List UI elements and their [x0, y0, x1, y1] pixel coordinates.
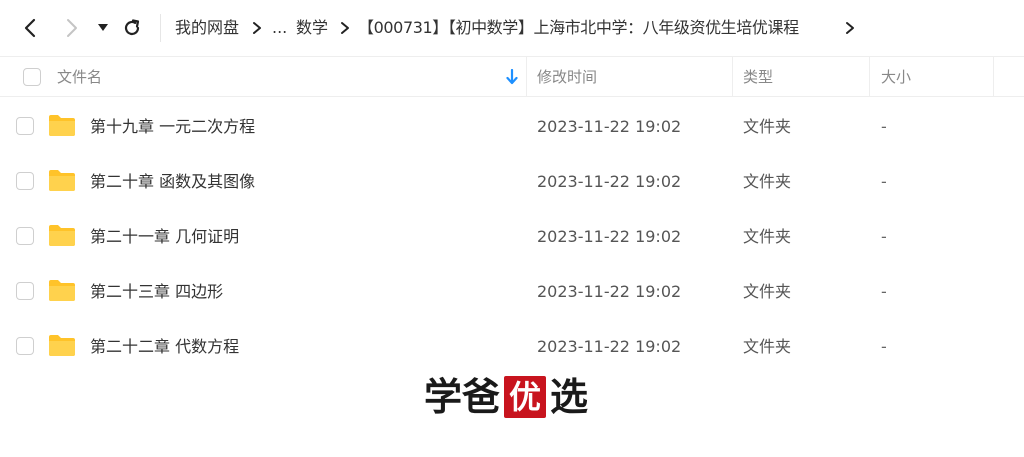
watermark-seal: 优	[504, 376, 547, 418]
nav-divider	[160, 14, 161, 42]
top-navigation-bar: 我的网盘 ... 数学 【000731】【初中数学】上海市北中学：八年级资优生培…	[0, 0, 1024, 57]
column-divider[interactable]	[869, 57, 870, 97]
file-size: -	[881, 282, 887, 301]
arrow-down-icon[interactable]	[505, 69, 519, 85]
watermark-char: 学	[424, 375, 463, 419]
column-header-type[interactable]: 类型	[743, 57, 773, 97]
folder-icon	[49, 280, 75, 301]
modified-time: 2023-11-22 19:02	[537, 172, 682, 191]
row-checkbox[interactable]	[16, 227, 34, 245]
file-name[interactable]: 第二十三章 四边形	[90, 264, 223, 319]
file-size: -	[881, 337, 887, 356]
file-type: 文件夹	[743, 227, 792, 246]
chevron-right-icon	[67, 19, 77, 37]
breadcrumb-current[interactable]: 【000731】【初中数学】上海市北中学：八年级资优生培优课程	[358, 17, 838, 39]
breadcrumb-root[interactable]: 我的网盘	[175, 17, 239, 39]
column-divider[interactable]	[526, 57, 527, 97]
row-checkbox[interactable]	[16, 172, 34, 190]
refresh-icon	[124, 19, 140, 36]
row-checkbox[interactable]	[16, 337, 34, 355]
back-button[interactable]	[16, 14, 44, 42]
refresh-button[interactable]	[118, 14, 146, 42]
watermark-char: 选	[550, 375, 589, 419]
file-type: 文件夹	[743, 172, 792, 191]
column-divider[interactable]	[732, 57, 733, 97]
watermark-logo: 学 爸 优 选	[424, 373, 588, 421]
folder-icon	[49, 115, 75, 136]
file-type: 文件夹	[743, 282, 792, 301]
table-row[interactable]: 第二十二章 代数方程 2023-11-22 19:02 文件夹 -	[0, 319, 1024, 374]
folder-icon	[49, 170, 75, 191]
chevron-left-icon	[24, 18, 36, 38]
file-name[interactable]: 第二十章 函数及其图像	[90, 154, 255, 209]
column-header-modified[interactable]: 修改时间	[537, 57, 597, 97]
column-header-name[interactable]: 文件名	[57, 57, 102, 97]
table-row[interactable]: 第二十一章 几何证明 2023-11-22 19:02 文件夹 -	[0, 209, 1024, 264]
breadcrumb-separator-icon	[250, 18, 264, 38]
table-row[interactable]: 第十九章 一元二次方程 2023-11-22 19:02 文件夹 -	[0, 99, 1024, 154]
table-row[interactable]: 第二十三章 四边形 2023-11-22 19:02 文件夹 -	[0, 264, 1024, 319]
row-checkbox[interactable]	[16, 282, 34, 300]
file-size: -	[881, 227, 887, 246]
file-size: -	[881, 117, 887, 136]
table-row[interactable]: 第二十章 函数及其图像 2023-11-22 19:02 文件夹 -	[0, 154, 1024, 209]
breadcrumb-ellipsis[interactable]: ...	[272, 17, 287, 39]
modified-time: 2023-11-22 19:02	[537, 117, 682, 136]
column-divider[interactable]	[993, 57, 994, 97]
file-type: 文件夹	[743, 117, 792, 136]
watermark-char: 爸	[462, 375, 501, 419]
modified-time: 2023-11-22 19:02	[537, 227, 682, 246]
file-name[interactable]: 第十九章 一元二次方程	[90, 99, 255, 154]
breadcrumb-parent[interactable]: 数学	[296, 17, 328, 39]
file-name[interactable]: 第二十二章 代数方程	[90, 319, 239, 374]
folder-icon	[49, 335, 75, 356]
history-dropdown-button[interactable]	[92, 14, 114, 42]
forward-button[interactable]	[58, 14, 86, 42]
row-checkbox[interactable]	[16, 117, 34, 135]
modified-time: 2023-11-22 19:02	[537, 282, 682, 301]
folder-icon	[49, 225, 75, 246]
select-all-checkbox[interactable]	[23, 68, 41, 86]
caret-down-icon	[98, 24, 108, 31]
breadcrumb-separator-icon	[843, 18, 857, 38]
breadcrumb-separator-icon	[338, 18, 352, 38]
modified-time: 2023-11-22 19:02	[537, 337, 682, 356]
file-type: 文件夹	[743, 337, 792, 356]
file-name[interactable]: 第二十一章 几何证明	[90, 209, 239, 264]
column-header-size[interactable]: 大小	[881, 57, 911, 97]
file-size: -	[881, 172, 887, 191]
